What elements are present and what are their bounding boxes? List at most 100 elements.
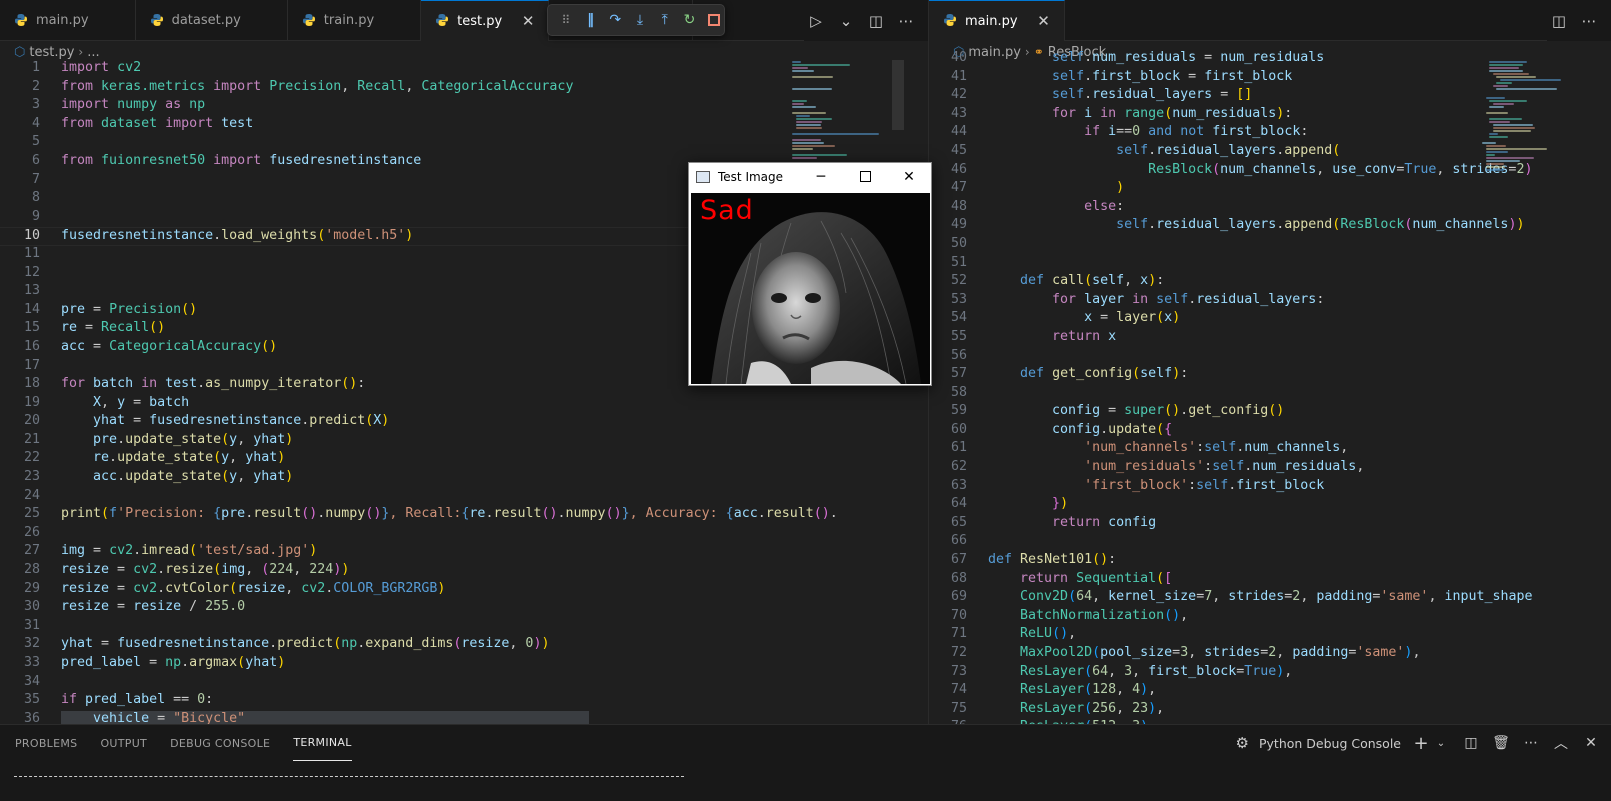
line-number: 73 xyxy=(950,663,967,679)
line-content: return Sequential([ xyxy=(1020,570,1173,586)
terminal-name[interactable]: Python Debug Console xyxy=(1259,736,1401,751)
breadcrumb-rest[interactable]: ... xyxy=(87,45,99,60)
code-line[interactable]: 29 resize = cv2.cvtColor(resize, cv2.COLO… xyxy=(0,581,928,600)
more-actions-icon[interactable]: ⋯ xyxy=(1577,9,1601,33)
panel-actions: ⚙ Python Debug Console + ⌄ ◫ 🗑 ⋯ ︿ ✕ xyxy=(1236,725,1601,761)
tab-left_editor-1[interactable]: dataset.py xyxy=(136,0,288,41)
step-over-button[interactable]: ↷ xyxy=(605,10,625,30)
code-line[interactable]: 28 resize = cv2.resize(img, (224, 224)) xyxy=(0,562,928,581)
minimap-line xyxy=(1492,73,1529,75)
step-out-button[interactable]: ⤒ xyxy=(655,10,675,30)
trash-icon[interactable]: 🗑 xyxy=(1491,733,1511,753)
test-image-window[interactable]: Test Image ─ ✕ Sad xyxy=(688,162,932,386)
tab-label: train.py xyxy=(323,13,375,28)
tab-right_editor-0[interactable]: main.py ✕ xyxy=(929,0,1065,41)
minimap-line xyxy=(792,61,801,63)
code-line[interactable]: 5 xyxy=(0,134,928,153)
code-line[interactable]: 19 X, y = batch xyxy=(0,395,928,414)
split-terminal-button[interactable]: ◫ xyxy=(1461,733,1481,753)
line-number: 13 xyxy=(23,283,40,299)
tab-left_editor-0[interactable]: main.py xyxy=(0,0,136,41)
code-line[interactable]: 34 xyxy=(0,674,928,693)
line-content: yhat = fusedresnetinstance.predict(X) xyxy=(93,413,390,429)
line-content: resize = resize / 255.0 xyxy=(61,599,246,615)
code-line[interactable]: 27 img = cv2.imread('test/sad.jpg') xyxy=(0,543,928,562)
code-line[interactable]: 3 import numpy as np xyxy=(0,97,928,116)
line-content: pre = Precision() xyxy=(61,301,198,317)
close-icon[interactable]: ✕ xyxy=(520,12,536,30)
split-editor-icon[interactable]: ◫ xyxy=(1547,9,1571,33)
code-line[interactable]: 24 xyxy=(0,488,928,507)
panel-tab-debug-console[interactable]: DEBUG CONSOLE xyxy=(170,725,270,761)
window-titlebar[interactable]: Test Image ─ ✕ xyxy=(689,163,931,190)
line-content xyxy=(40,618,61,637)
code-line[interactable]: 26 xyxy=(0,525,928,544)
chevron-down-icon[interactable]: ⌄ xyxy=(834,9,858,33)
terminal-output[interactable] xyxy=(14,776,684,778)
maximize-panel-button[interactable]: ︿ xyxy=(1551,733,1571,753)
minimap-line xyxy=(1485,163,1505,165)
close-panel-button[interactable]: ✕ xyxy=(1581,733,1601,753)
panel-tab-output[interactable]: OUTPUT xyxy=(100,725,147,761)
line-content: return x xyxy=(1052,328,1117,344)
line-number: 55 xyxy=(950,328,967,344)
line-content xyxy=(967,255,988,274)
code-line[interactable]: 2 from keras.metrics import Precision, Re… xyxy=(0,79,928,98)
code-line[interactable]: 25 print(f'Precision: {pre.result().numpy… xyxy=(0,506,928,525)
restart-button[interactable]: ↻ xyxy=(680,10,700,30)
maximize-button[interactable] xyxy=(843,163,887,190)
code-line[interactable]: 32 yhat = fusedresnetinstance.predict(np.… xyxy=(0,636,928,655)
line-content: for batch in test.as_numpy_iterator(): xyxy=(61,376,366,392)
panel-tab-terminal[interactable]: TERMINAL xyxy=(293,725,352,761)
line-content: acc = CategoricalAccuracy() xyxy=(61,338,278,354)
panel-tab-problems[interactable]: PROBLEMS xyxy=(15,725,77,761)
new-terminal-button[interactable]: + xyxy=(1411,733,1431,754)
line-content: ReLU(), xyxy=(1020,626,1077,642)
close-button[interactable]: ✕ xyxy=(887,163,931,190)
minimap-line xyxy=(1500,79,1562,81)
line-content: config = super().get_config() xyxy=(1052,403,1285,419)
code-line[interactable]: 20 yhat = fusedresnetinstance.predict(X) xyxy=(0,413,928,432)
split-editor-icon[interactable]: ◫ xyxy=(864,9,888,33)
drag-handle-icon[interactable]: ⠿ xyxy=(556,10,576,30)
minimap-line xyxy=(795,127,822,129)
minimap-line xyxy=(1492,85,1509,87)
step-into-button[interactable]: ⤓ xyxy=(630,10,650,30)
code-line[interactable]: 22 re.update_state(y, yhat) xyxy=(0,450,928,469)
vertical-scrollbar[interactable] xyxy=(892,60,904,130)
run-debug-icon[interactable]: ▷ xyxy=(804,9,828,33)
tab-left_editor-3[interactable]: test.py ✕ xyxy=(421,0,550,41)
code-line[interactable]: 4 from dataset import test xyxy=(0,116,928,135)
code-line[interactable]: 23 acc.update_state(y, yhat) xyxy=(0,469,928,488)
code-line[interactable]: 33 pred_label = np.argmax(yhat) xyxy=(0,655,928,674)
code-line[interactable]: 30 resize = resize / 255.0 xyxy=(0,599,928,618)
minimize-button[interactable]: ─ xyxy=(799,163,843,190)
line-content xyxy=(40,525,61,544)
tab-left_editor-2[interactable]: train.py xyxy=(288,0,422,41)
more-actions-icon[interactable]: ⋯ xyxy=(1521,733,1541,753)
line-content: from fuionresnet50 import fusedresnetins… xyxy=(61,152,422,168)
code-line[interactable]: 21 pre.update_state(y, yhat) xyxy=(0,432,928,451)
line-number: 18 xyxy=(23,376,40,392)
code-area[interactable]: 1 import cv2 2 from keras.metrics import Pr… xyxy=(0,60,928,729)
code-line[interactable]: 1 import cv2 xyxy=(0,60,928,79)
minimap-line xyxy=(1489,70,1524,72)
pause-button[interactable]: ‖ xyxy=(581,10,601,30)
minimap-line xyxy=(1492,130,1531,132)
more-actions-icon[interactable]: ⋯ xyxy=(894,9,918,33)
code-line[interactable]: 31 xyxy=(0,618,928,637)
code-line[interactable]: 35 if pred_label == 0: xyxy=(0,692,928,711)
python-file-icon xyxy=(302,13,318,29)
left-tab-bar: main.pydataset.pytrain.pytest.py✕fuionre… xyxy=(0,0,928,41)
breadcrumb-file[interactable]: test.py xyxy=(29,45,74,60)
line-content: ResBlock(num_channels, use_conv=True, st… xyxy=(1148,161,1533,177)
line-content xyxy=(967,533,988,552)
line-number: 40 xyxy=(950,50,967,65)
line-number: 32 xyxy=(23,636,40,652)
minimap-line xyxy=(792,67,809,69)
chevron-down-icon[interactable]: ⌄ xyxy=(1431,733,1451,753)
stop-button[interactable] xyxy=(704,10,724,30)
minimap-line xyxy=(1485,154,1496,156)
close-icon[interactable]: ✕ xyxy=(1036,12,1052,30)
minimap[interactable] xyxy=(1482,60,1582,744)
